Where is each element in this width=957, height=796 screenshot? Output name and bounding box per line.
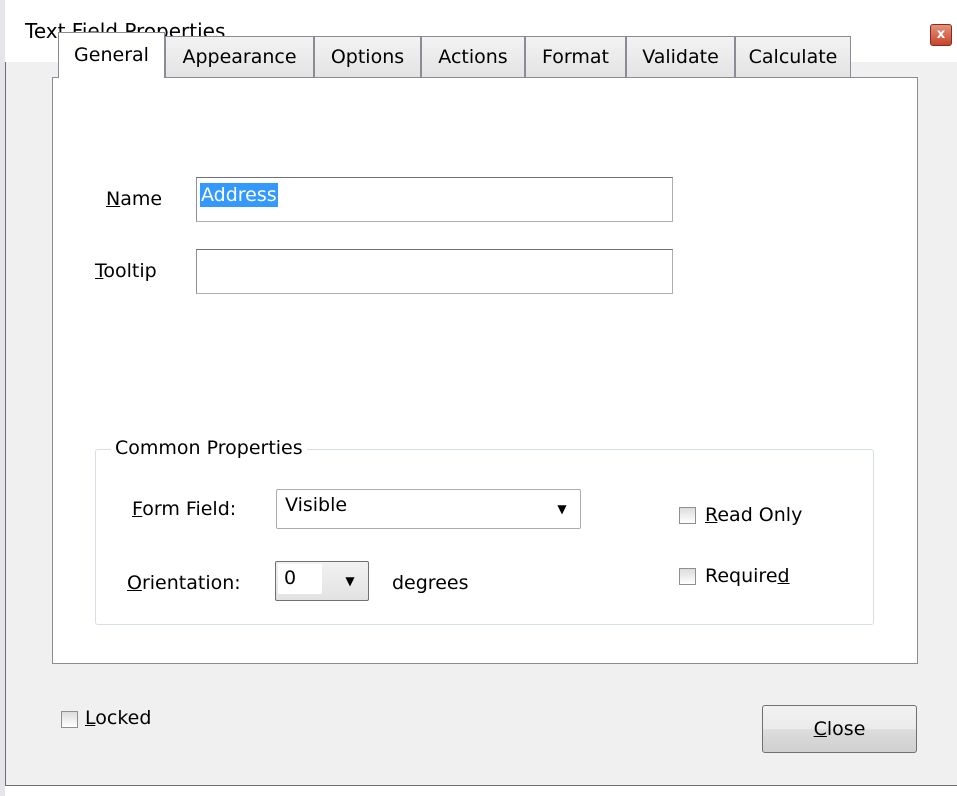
required-checkbox[interactable] <box>679 568 696 585</box>
name-input-value: Address <box>200 183 278 207</box>
chevron-down-icon: ▼ <box>557 502 567 516</box>
degrees-label: degrees <box>392 572 469 594</box>
tab-label: Format <box>542 46 609 68</box>
form-field-value: Visible <box>285 494 348 516</box>
chevron-down-icon: ▼ <box>345 574 355 588</box>
tab-validate[interactable]: Validate <box>626 36 735 78</box>
common-properties-group <box>95 449 874 625</box>
tab-label: Validate <box>642 46 719 68</box>
tab-label: Calculate <box>748 46 838 68</box>
required-label: Required <box>705 565 790 587</box>
tab-actions[interactable]: Actions <box>421 36 525 78</box>
tab-label: Actions <box>438 46 508 68</box>
tab-format[interactable]: Format <box>525 36 626 78</box>
tab-options[interactable]: Options <box>314 36 421 78</box>
orientation-dropdown[interactable]: 0 ▼ <box>275 561 369 601</box>
name-input[interactable]: Address <box>196 177 673 222</box>
tab-label: Options <box>330 46 405 68</box>
close-icon[interactable]: x <box>930 24 952 46</box>
tab-label: General <box>74 44 149 66</box>
orientation-label: Orientation: <box>127 572 241 594</box>
form-field-dropdown[interactable]: Visible ▼ <box>276 489 581 529</box>
locked-checkbox[interactable] <box>61 711 78 728</box>
tooltip-label: Tooltip <box>95 260 157 282</box>
read-only-label: Read Only <box>705 504 803 526</box>
tab-appearance[interactable]: Appearance <box>165 36 314 78</box>
name-label: Name <box>106 188 163 210</box>
tab-label: Appearance <box>182 46 297 68</box>
tab-calculate[interactable]: Calculate <box>735 36 851 78</box>
tab-general[interactable]: General <box>58 32 165 78</box>
orientation-value: 0 <box>284 567 297 589</box>
window-frame-bottom <box>5 786 957 796</box>
close-button[interactable]: Close <box>762 705 917 753</box>
common-properties-title: Common Properties <box>111 437 307 459</box>
locked-label: Locked <box>85 707 152 729</box>
read-only-checkbox[interactable] <box>679 507 696 524</box>
tooltip-input[interactable] <box>196 249 673 294</box>
form-field-label: Form Field: <box>132 498 237 520</box>
